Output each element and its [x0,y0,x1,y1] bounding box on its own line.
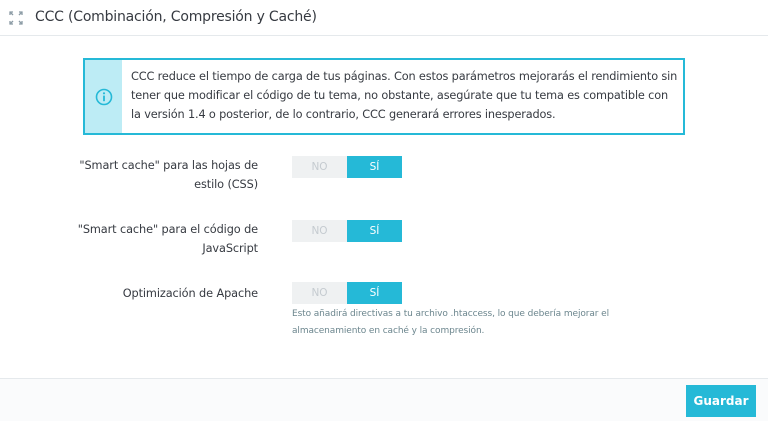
panel-header: CCC (Combinación, Compresión y Caché) [0,0,768,36]
panel-title: CCC (Combinación, Compresión y Caché) [35,9,317,25]
apache-help-text: Esto añadirá directivas a tu archivo .ht… [292,309,609,336]
apache-optimization-switch[interactable]: NO SÍ [292,282,402,304]
alert-message: CCC reduce el tiempo de carga de tus pág… [131,70,678,121]
alert-icon-column [85,60,122,133]
switch-option-no[interactable]: NO [292,220,347,242]
smart-cache-js-label: "Smart cache" para el código de JavaScri… [77,223,258,255]
smart-cache-css-switch[interactable]: NO SÍ [292,156,402,178]
info-circle-icon [95,88,113,106]
save-button[interactable]: Guardar [686,385,756,417]
switch-option-yes[interactable]: SÍ [347,156,402,178]
info-alert: CCC reduce el tiempo de carga de tus pág… [83,58,685,135]
panel-footer [0,378,768,421]
switch-option-no[interactable]: NO [292,156,347,178]
smart-cache-js-switch[interactable]: NO SÍ [292,220,402,242]
expand-arrows-icon [9,10,23,25]
smart-cache-css-label: "Smart cache" para las hojas de estilo (… [79,159,258,191]
switch-option-yes[interactable]: SÍ [347,282,402,304]
switch-option-yes[interactable]: SÍ [347,220,402,242]
apache-optimization-label: Optimización de Apache [122,287,258,300]
switch-option-no[interactable]: NO [292,282,347,304]
